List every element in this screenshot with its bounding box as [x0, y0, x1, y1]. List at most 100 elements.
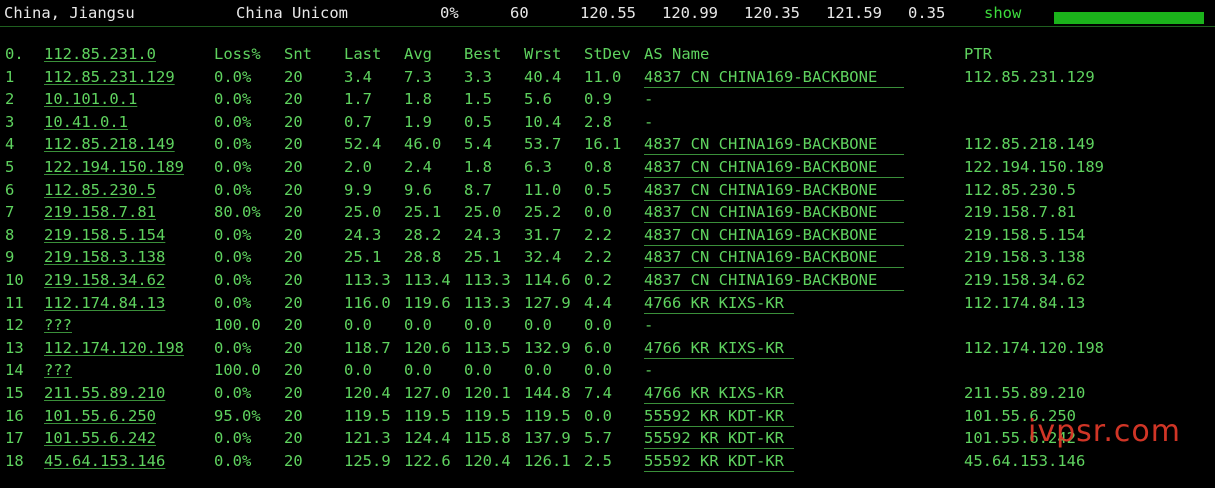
host-link[interactable]: 219.158.3.138 [44, 246, 165, 268]
avg-value: 0.0 [404, 361, 432, 380]
stdev-value: 5.7 [584, 429, 612, 448]
as-name: - [644, 90, 654, 109]
col-wrst-header: Wrst [524, 45, 562, 63]
stdev-value: 7.4 [584, 383, 612, 402]
host-link[interactable]: 122.194.150.189 [44, 156, 184, 178]
stdev-value: 2.8 [584, 112, 612, 131]
as-name: - [644, 316, 654, 335]
stdev-value: 0.0 [584, 203, 612, 222]
host-link[interactable]: 112.85.230.5 [44, 179, 156, 201]
host-link[interactable]: 219.158.7.81 [44, 201, 156, 223]
worst-value: 10.4 [524, 112, 562, 131]
host-link[interactable]: 45.64.153.146 [44, 450, 165, 472]
table-row: 14??? 100.0 20 0.0 0.0 0.0 0.0 0.0 - [0, 359, 1215, 382]
col-stdev-header: StDev [584, 45, 631, 63]
hop-number: 2 [5, 90, 15, 109]
loss-value: 0.0% [214, 293, 252, 312]
worst-value: 11.0 [524, 180, 562, 199]
worst-value: 137.9 [524, 429, 571, 448]
as-link[interactable]: 4837 CN CHINA169-BACKBONE [644, 271, 904, 291]
best-value: 24.3 [464, 225, 502, 244]
as-link[interactable]: 4837 CN CHINA169-BACKBONE [644, 158, 904, 178]
summary-count: 60 [510, 4, 529, 22]
as-link[interactable]: 4837 CN CHINA169-BACKBONE [644, 248, 904, 269]
sent-value: 20 [284, 383, 303, 402]
as-link[interactable]: 4837 CN CHINA169-BACKBONE [644, 203, 904, 224]
as-name: 55592 KR KDT-KR [644, 450, 794, 472]
as-link[interactable]: 4766 KR KIXS-KR [644, 339, 794, 359]
stdev-value: 0.0 [584, 316, 612, 335]
avg-value: 119.6 [404, 293, 451, 312]
latency-bar-fill [1054, 12, 1204, 24]
table-body: 1 112.85.231.129 0.0% 20 3.4 7.3 3.3 40.4 11.0 48… [0, 66, 1215, 473]
host-link[interactable]: ??? [44, 314, 72, 336]
ptr-value: 112.174.120.198 [964, 338, 1104, 357]
host-link[interactable]: 101.55.6.250 [44, 405, 156, 427]
as-link[interactable]: 4837 CN CHINA169-BACKBONE [644, 181, 904, 201]
host-link[interactable]: 112.85.231.129 [44, 66, 175, 88]
best-value: 0.0 [464, 361, 492, 380]
worst-value: 53.7 [524, 135, 562, 154]
hop-number: 8 [5, 225, 15, 244]
as-link[interactable]: 4766 KR KIXS-KR [644, 384, 794, 404]
sent-value: 20 [284, 225, 303, 244]
stdev-value: 0.9 [584, 90, 612, 109]
hop-number: 12 [5, 316, 24, 335]
ptr-value: 112.85.218.149 [964, 135, 1095, 154]
loss-value: 0.0% [214, 67, 252, 86]
host-link[interactable]: 101.55.6.242 [44, 427, 156, 449]
sent-value: 20 [284, 451, 303, 470]
table-row: 8 219.158.5.154 0.0% 20 24.3 28.2 24.3 31.7 2.2 4… [0, 224, 1215, 247]
as-link[interactable]: 4766 KR KIXS-KR [644, 294, 794, 314]
loss-value: 0.0% [214, 383, 252, 402]
hop-number: 11 [5, 293, 24, 312]
hop-number: 14 [5, 361, 24, 380]
last-value: 25.0 [344, 203, 382, 222]
avg-value: 1.8 [404, 90, 432, 109]
host-link[interactable]: 219.158.5.154 [44, 224, 165, 246]
sent-value: 20 [284, 157, 303, 176]
ptr-value: 219.158.5.154 [964, 225, 1086, 244]
as-link[interactable]: 4837 CN CHINA169-BACKBONE [644, 226, 904, 246]
ptr-value: 45.64.153.146 [964, 451, 1086, 470]
sent-value: 20 [284, 90, 303, 109]
host-link[interactable]: ??? [44, 359, 72, 381]
best-value: 1.5 [464, 90, 492, 109]
best-value: 3.3 [464, 67, 492, 86]
as-link[interactable]: 55592 KR KDT-KR [644, 452, 794, 472]
as-link[interactable]: 4837 CN CHINA169-BACKBONE [644, 135, 904, 156]
col-ptr-header: PTR [964, 45, 992, 63]
as-link[interactable]: 55592 KR KDT-KR [644, 407, 794, 427]
stdev-value: 0.0 [584, 406, 612, 425]
avg-value: 28.8 [404, 248, 442, 267]
last-value: 52.4 [344, 135, 382, 154]
loss-value: 80.0% [214, 203, 261, 222]
col-host-header[interactable]: 112.85.231.0 [44, 43, 156, 65]
host-link[interactable]: 219.158.34.62 [44, 269, 165, 291]
table-row: 12??? 100.0 20 0.0 0.0 0.0 0.0 0.0 - [0, 314, 1215, 337]
last-value: 1.7 [344, 90, 372, 109]
table-row: 11 112.174.84.13 0.0% 20 116.0 119.6 113.3 127.… [0, 292, 1215, 315]
host-link[interactable]: 112.174.120.198 [44, 337, 184, 359]
avg-value: 46.0 [404, 135, 442, 154]
loss-value: 0.0% [214, 338, 252, 357]
host-link[interactable]: 10.41.0.1 [44, 111, 128, 133]
loss-value: 0.0% [214, 180, 252, 199]
as-link[interactable]: 4837 CN CHINA169-BACKBONE [644, 68, 904, 88]
show-toggle-link[interactable]: show [984, 4, 1021, 22]
best-value: 119.5 [464, 406, 511, 425]
summary-loss: 0% [440, 4, 459, 22]
host-link[interactable]: 112.85.218.149 [44, 133, 175, 155]
worst-value: 31.7 [524, 225, 562, 244]
summary-stat-5: 0.35 [908, 4, 946, 22]
stdev-value: 2.2 [584, 225, 612, 244]
stdev-value: 0.0 [584, 361, 612, 380]
worst-value: 114.6 [524, 270, 571, 289]
traceroute-table: 0. 112.85.231.0 Loss% Snt Last Avg Best … [0, 43, 1215, 472]
loss-value: 0.0% [214, 135, 252, 154]
host-link[interactable]: 112.174.84.13 [44, 292, 165, 314]
as-link[interactable]: 55592 KR KDT-KR [644, 429, 794, 450]
sent-value: 20 [284, 270, 303, 289]
host-link[interactable]: 10.101.0.1 [44, 88, 137, 110]
host-link[interactable]: 211.55.89.210 [44, 382, 165, 404]
